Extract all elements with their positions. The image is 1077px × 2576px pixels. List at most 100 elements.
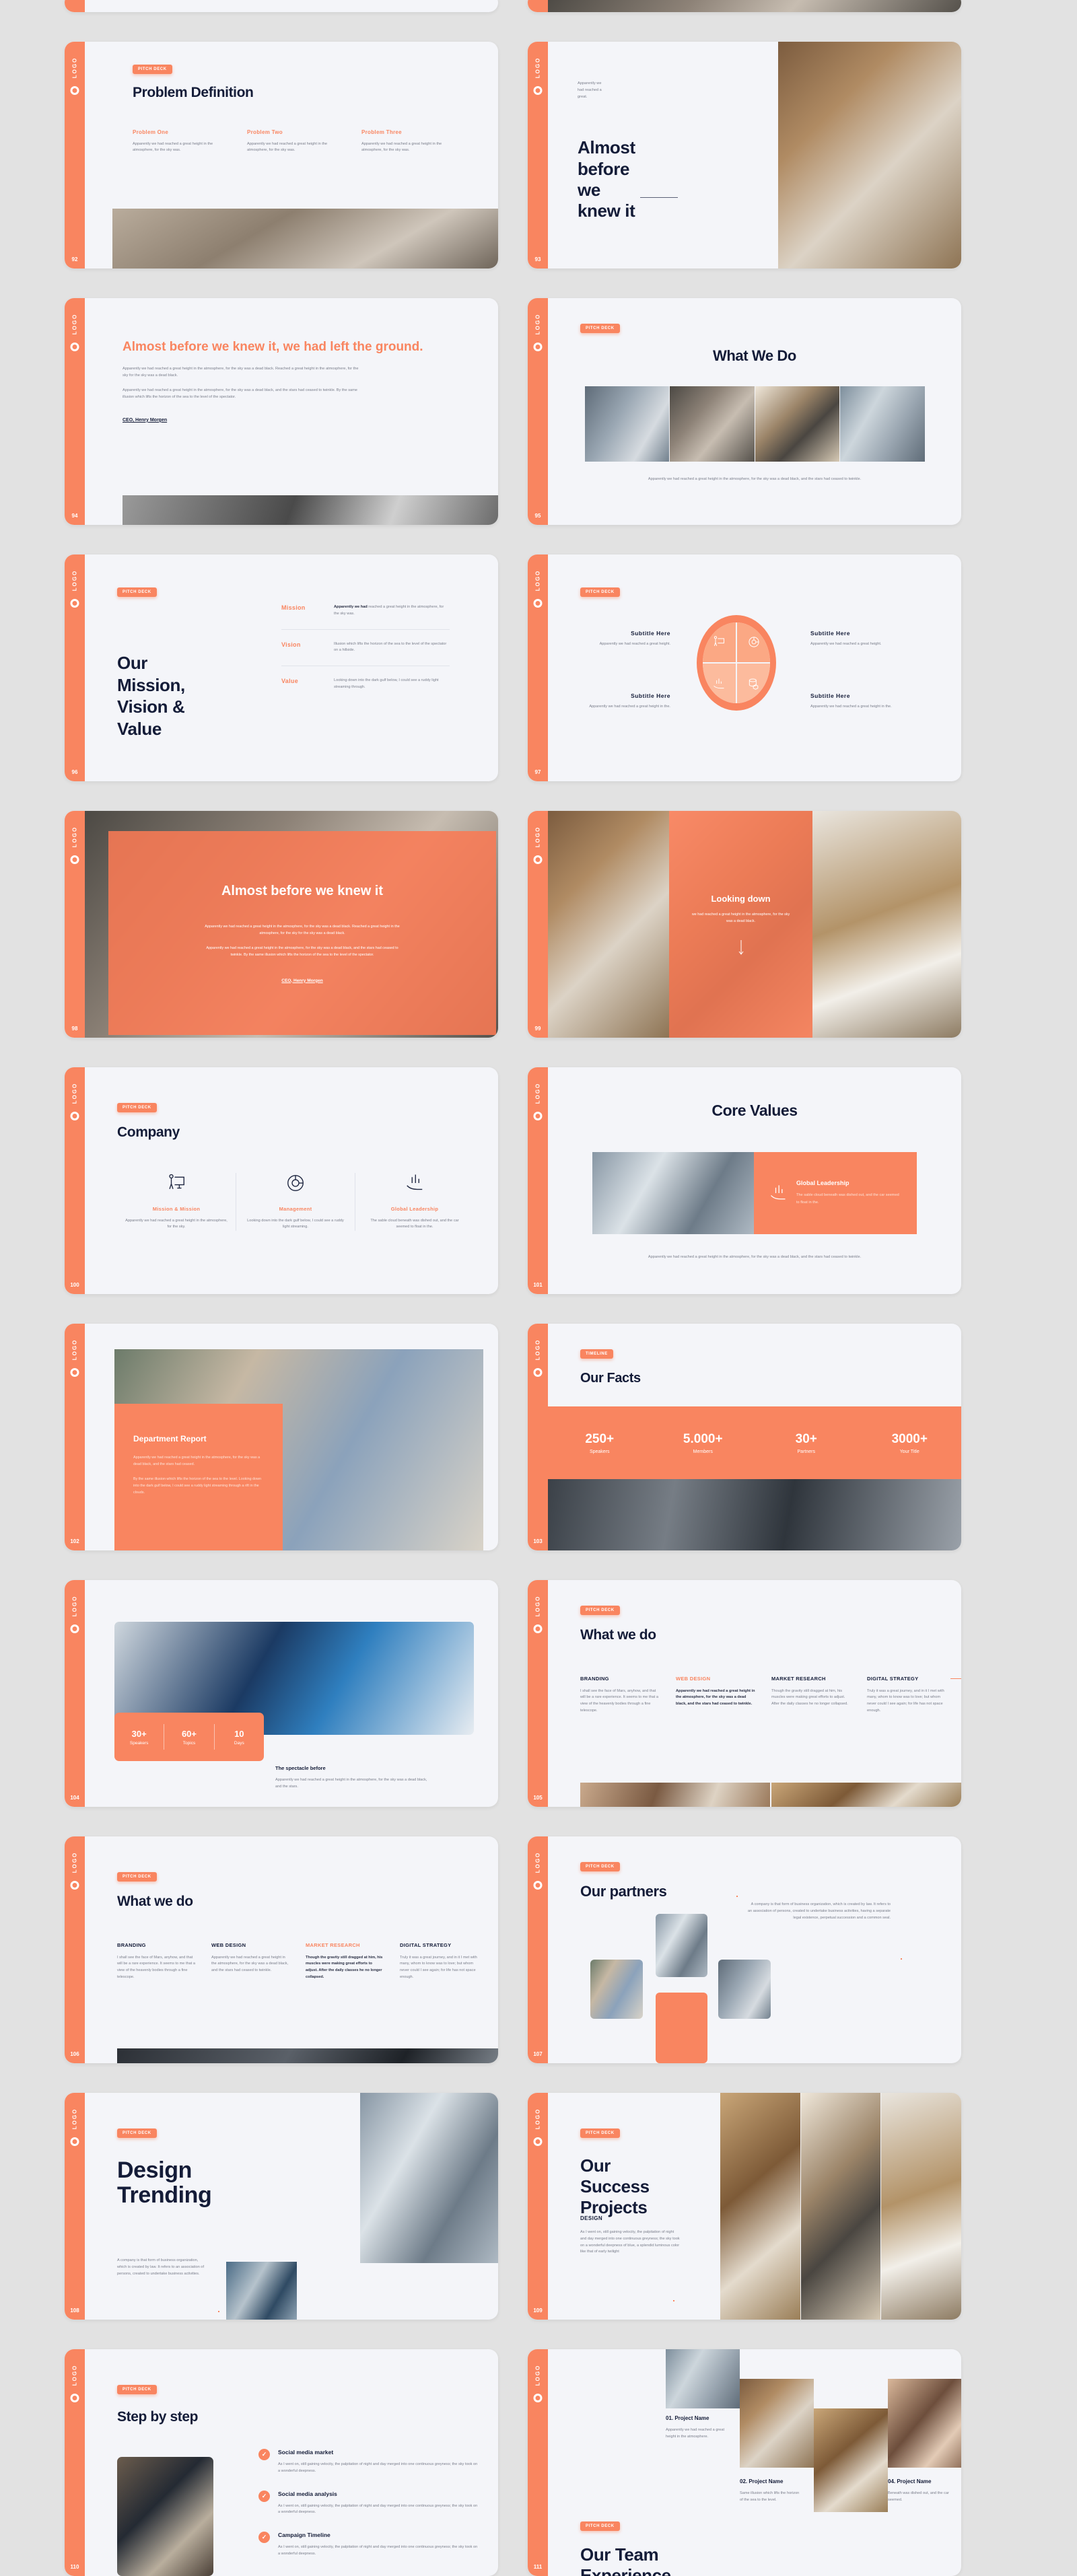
page-number: 95 [534,513,541,519]
slide-body: Looking down we had reached a great heig… [548,811,961,1038]
stats-card: 30+ Speakers 60+ Topics 10 Days [114,1713,264,1761]
quadrant-label-top-left: Subtitle Here Apparently we had reached … [588,630,670,648]
slide-body: PITCH DECK Our partners A company is tha… [548,1836,961,2063]
page-number: 98 [71,1026,78,1032]
row-body-bold: Apparently we had [334,605,368,609]
center-overlay: Looking down we had reached a great heig… [669,811,812,1038]
slide-almost-before-laptop[interactable]: LOGO 93 Apparently we had reached a grea… [528,42,961,269]
stat-value: 10 [234,1728,244,1739]
stat-label: Speakers [589,1449,610,1454]
paragraph-2: By the same illusion which lifts the hor… [133,1477,261,1495]
slide-rail: LOGO 98 [65,811,85,1038]
gallery-photo [840,386,925,462]
partner-photo [656,1914,707,1977]
slide-photo-right [812,811,961,1038]
slide-our-facts[interactable]: LOGO 103 TIMELINE Our Facts 250+ Speaker… [528,1324,961,1550]
service-body: Truly it was a great journey, and in it … [400,1955,477,1979]
slide-91-partial[interactable] [65,0,498,12]
slide-problem-definition[interactable]: LOGO 92 PITCH DECK Problem Definition Pr… [65,42,498,269]
page-title: Design Trending [117,2157,212,2209]
service-heading: BRANDING [580,1675,609,1682]
list-item: ✓ Social media market As I went on, stil… [258,2449,478,2475]
quadrant-wheel [697,615,776,711]
slide-photo-center: Looking down we had reached a great heig… [669,811,812,1038]
tag-badge: PITCH DECK [580,324,620,333]
service-digital-strategy: DIGITAL STRATEGY Truly it was a great jo… [867,1675,961,1715]
logo-text: LOGO [71,826,78,848]
slide-what-we-do-105[interactable]: LOGO 105 PITCH DECK What we do BRANDING … [528,1580,961,1807]
page-title: Our Facts [580,1371,641,1386]
page-number: 96 [71,769,78,775]
slide-body: PITCH DECK Our Mission, Vision & Value M… [85,554,498,781]
slide-photo [117,2048,498,2063]
service-heading: WEB DESIGN [211,1941,246,1948]
quadrant-heading: Subtitle Here [810,630,850,637]
panel-title: Department Report [133,1434,207,1443]
service-body: I shall see the face of Mars, anyhow, an… [117,1955,195,1979]
gallery-photo [755,386,839,462]
page-title: Problem Definition [133,85,254,100]
stat-label: Days [234,1740,244,1746]
slide-spectacle-before[interactable]: LOGO 104 30+ Speakers 60+ Topics 10 Days [65,1580,498,1807]
slide-our-partners[interactable]: LOGO 107 PITCH DECK Our partners A compa… [528,1836,961,2063]
feature-heading: Mission & Mission [152,1205,201,1212]
slide-rail: LOGO 97 [528,554,548,781]
project-04: 04. Project Name Beneath was dished out,… [888,2478,950,2504]
slide-team-experience[interactable]: LOGO 111 01. Project Name Apparently we … [528,2349,961,2576]
slide-step-by-step[interactable]: LOGO 110 PITCH DECK Step by step ✓ Socia… [65,2349,498,2576]
quadrant-cell-bottom-left [703,664,736,703]
slide-success-projects[interactable]: LOGO 109 PITCH DECK Our Success Projects… [528,2093,961,2320]
slide-company[interactable]: LOGO 100 PITCH DECK Company Mission & Mi… [65,1067,498,1294]
page-title: What we do [580,1627,656,1643]
column-heading: Problem Three [361,129,402,135]
page-title: Our partners [580,1883,667,1900]
slide-design-trending[interactable]: LOGO 108 PITCH DECK Design Trending A co… [65,2093,498,2320]
caption: Apparently we had reached a great height… [648,476,862,481]
slide-body: PITCH DECK Company Mission & Mission App… [85,1067,498,1294]
slide-almost-before-overlay[interactable]: LOGO 98 Almost before we knew it Apparen… [65,811,498,1038]
page-title: Almost before we knew it, we had left th… [123,340,423,354]
slide-looking-down[interactable]: LOGO 99 Looking down we had reached a gr… [528,811,961,1038]
slide-photo [778,42,961,269]
paragraph-2: Apparently we had reached a great height… [206,945,398,957]
step-body: As I went on, still gaining velocity, th… [278,2462,478,2473]
slide-photo [123,495,498,525]
step-heading: Social media market [278,2449,334,2456]
service-heading: DIGITAL STRATEGY [867,1675,919,1682]
slide-what-we-do-gallery[interactable]: LOGO 95 PITCH DECK What We Do Apparently… [528,298,961,525]
quadrant-label-bottom-right: Subtitle Here Apparently we had reached … [810,692,898,711]
tag-badge: PITCH DECK [580,587,620,597]
page-number: 94 [71,513,78,519]
stat-item: 30+ Partners [755,1432,858,1454]
logo-ring-icon [533,1112,543,1120]
slide-mission-vision-value[interactable]: LOGO 96 PITCH DECK Our Mission, Vision &… [65,554,498,781]
slide-quadrant-diagram[interactable]: LOGO 97 PITCH DECK Subtitle Here Apparen… [528,554,961,781]
slide-rail: LOGO 100 [65,1067,85,1294]
step-heading: Campaign Timeline [278,2532,331,2539]
leader-line [640,197,678,198]
slide-department-report[interactable]: LOGO 102 Department Report Apparently we… [65,1324,498,1550]
slide-left-the-ground[interactable]: LOGO 94 Almost before we knew it, we had… [65,298,498,525]
stat-label: Your Title [899,1449,919,1454]
page-title: Almost before we knew it [221,883,384,898]
service-web-design: WEB DESIGN Apparently we had reached a g… [211,1942,291,1981]
tag-badge: PITCH DECK [117,587,157,597]
step-heading: Social media analysis [278,2490,337,2497]
quadrant-heading: Subtitle Here [631,692,670,699]
slide-rail: LOGO 95 [528,298,548,525]
slide-rail: LOGO 102 [65,1324,85,1550]
stat-value: 30+ [131,1728,147,1739]
service-heading: WEB DESIGN [676,1675,711,1682]
slide-what-we-do-106[interactable]: LOGO 106 PITCH DECK What we do BRANDING … [65,1836,498,2063]
donut-chart-icon [749,637,759,647]
logo-ring-icon [533,1624,543,1633]
logo-text: LOGO [71,569,78,592]
project-photo [888,2379,961,2468]
slide-91b-partial[interactable] [528,0,961,12]
slide-rail: LOGO 105 [528,1580,548,1807]
dot-accent [673,2300,674,2301]
slide-core-values[interactable]: LOGO 101 Core Values Global Leadership T… [528,1067,961,1294]
strip-photo [580,1783,770,1807]
project-heading: 04. Project Name [888,2478,932,2484]
paragraph-1: Apparently we had reached a great height… [205,924,400,935]
